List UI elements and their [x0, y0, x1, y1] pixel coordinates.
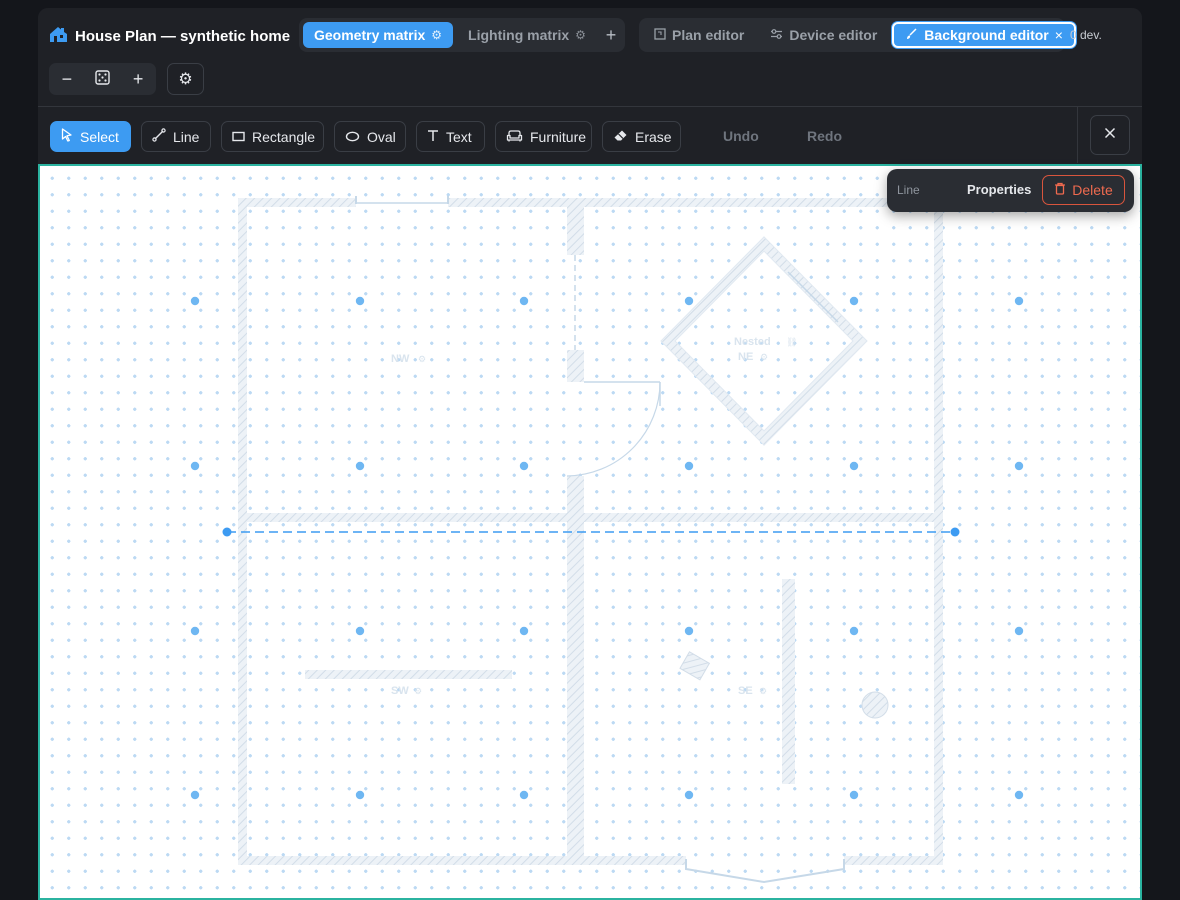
tab-label: Lighting matrix [468, 27, 570, 43]
tool-label: Rectangle [252, 128, 316, 145]
tab-device-editor[interactable]: Device editor [759, 22, 888, 48]
line-tool-button[interactable]: Line [141, 121, 211, 152]
plan-icon [654, 27, 666, 43]
oval-icon [345, 129, 360, 145]
wall-south-a [238, 856, 686, 865]
south-bay-window [685, 859, 845, 884]
line-icon [152, 128, 166, 145]
selection-panel: Line Properties Delete [887, 169, 1134, 212]
selection-kind: Line [897, 183, 920, 197]
oval-tool-button[interactable]: Oval [334, 121, 406, 152]
tool-label: Erase [635, 128, 672, 145]
redo-button[interactable]: Redo [807, 128, 842, 144]
undo-button[interactable]: Undo [723, 128, 759, 144]
tab-geometry-matrix[interactable]: Geometry matrix ⚙ [303, 22, 454, 48]
line-handle-start[interactable] [222, 527, 232, 537]
text-tool-button[interactable]: Text [416, 121, 485, 152]
house-icon [49, 25, 69, 48]
north-window [355, 196, 449, 204]
close-icon [1104, 126, 1116, 144]
delete-button[interactable]: Delete [1042, 175, 1125, 205]
room-label-ne: NE [738, 351, 753, 363]
toolbar-divider [1077, 107, 1078, 163]
sofa-icon [506, 129, 523, 145]
wall-horizontal [238, 513, 943, 522]
wall-sw-partition [305, 670, 512, 679]
delete-label: Delete [1072, 182, 1113, 198]
tab-lighting-matrix[interactable]: Lighting matrix ⚙ [457, 22, 597, 48]
gear-icon: ⚙ [178, 71, 193, 88]
rectangle-tool-button[interactable]: Rectangle [221, 121, 324, 152]
zoom-controls: − + [49, 63, 156, 95]
wall-south-b [844, 856, 943, 865]
tab-label: Plan editor [672, 27, 745, 43]
furniture-tool-button[interactable]: Furniture [495, 121, 592, 152]
settings-icon: ⚙ [760, 352, 768, 362]
tab-label: Device editor [789, 27, 878, 43]
line-handle-end[interactable] [950, 527, 960, 537]
erase-tool-button[interactable]: Erase [602, 121, 681, 152]
settings-icon: ⚙ [759, 686, 767, 696]
cursor-icon [61, 128, 73, 145]
drawing-toolbar: Select Line Rectangle Oval Text Furnitur… [38, 106, 1142, 165]
settings-button[interactable]: ⚙ [167, 63, 204, 95]
dice-icon [95, 69, 110, 90]
room-label-nw: NW [391, 353, 410, 365]
link-icon: ⛓ [786, 337, 797, 347]
wall-center-south [567, 476, 584, 865]
brush-icon [905, 27, 918, 43]
gear-icon[interactable]: ⚙ [575, 28, 586, 42]
app-title: House Plan — synthetic home [75, 27, 291, 45]
floor-plan: NW Nested NE SW SE ⚙ ⛓ ⚙ ⚙ ⚙ [190, 196, 1024, 884]
zoom-in-button[interactable]: + [124, 65, 152, 93]
tool-label: Oval [367, 128, 396, 145]
settings-icon: ⚙ [414, 686, 422, 696]
tab-plan-editor[interactable]: Plan editor [643, 22, 755, 48]
settings-icon: ⚙ [418, 354, 426, 364]
trash-icon [1054, 182, 1066, 198]
tab-background-editor[interactable]: Background editor × [892, 22, 1076, 48]
room-label-se: SE [738, 685, 753, 697]
properties-button[interactable]: Properties [967, 182, 1031, 197]
select-tool-button[interactable]: Select [50, 121, 131, 152]
header: House Plan — synthetic home Geometry mat… [38, 8, 1142, 106]
wall-north-a [238, 198, 356, 207]
tab-label: Background editor [924, 27, 1049, 43]
wall-center-north [567, 198, 584, 255]
close-tab-icon[interactable]: × [1055, 27, 1063, 43]
zoom-out-button[interactable]: − [53, 65, 81, 93]
tool-label: Line [173, 128, 200, 145]
wall-se-partition [782, 579, 795, 784]
selected-line[interactable] [222, 527, 960, 537]
door-swing [566, 381, 661, 477]
app-window: House Plan — synthetic home Geometry mat… [38, 8, 1142, 900]
editor-tab-group: Plan editor Device editor Background edi… [639, 18, 1076, 52]
wall-north-b [448, 198, 943, 207]
tool-label: Select [80, 128, 119, 145]
furniture-round [861, 691, 889, 719]
snap-points [190, 296, 1024, 800]
furniture-square [679, 651, 711, 681]
matrix-tab-group: Geometry matrix ⚙ Lighting matrix ⚙ + [299, 18, 625, 52]
zoom-fit-button[interactable] [88, 65, 116, 93]
text-icon [427, 129, 439, 145]
eraser-icon [613, 129, 628, 145]
device-count: 0 dev. [1070, 28, 1102, 42]
tab-label: Geometry matrix [314, 27, 426, 43]
add-tab-button[interactable]: + [601, 22, 621, 48]
rectangle-icon [232, 129, 245, 145]
room-label-sw: SW [391, 685, 409, 697]
tool-label: Furniture [530, 128, 587, 145]
gear-icon[interactable]: ⚙ [431, 28, 442, 42]
app-brand: House Plan — synthetic home [49, 24, 290, 48]
room-label-nested: Nested [734, 336, 771, 348]
drawing-canvas[interactable]: NW Nested NE SW SE ⚙ ⛓ ⚙ ⚙ ⚙ [38, 164, 1142, 900]
tool-label: Text [446, 128, 472, 145]
close-editor-button[interactable] [1090, 115, 1130, 155]
wall-center-mid [567, 350, 584, 382]
sliders-icon [770, 27, 783, 43]
